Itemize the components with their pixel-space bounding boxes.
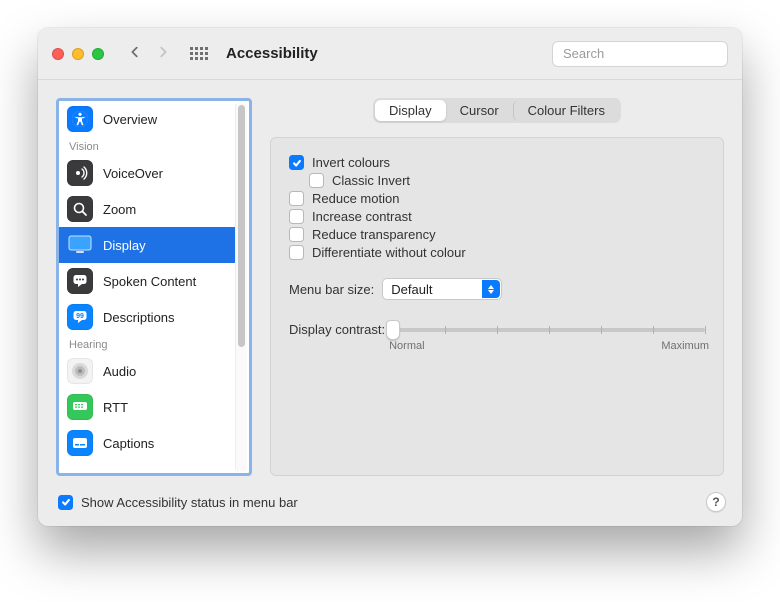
sidebar-item-label: Audio: [103, 364, 136, 379]
sidebar-scrollbar[interactable]: [235, 103, 247, 471]
audio-icon: [67, 358, 93, 384]
sidebar-item-label: VoiceOver: [103, 166, 163, 181]
sidebar-item-voiceover[interactable]: VoiceOver: [59, 155, 235, 191]
settings-panel: Invert colours Classic Invert Reduce mot…: [270, 137, 724, 476]
sidebar-item-label: RTT: [103, 400, 128, 415]
sidebar-scrollbar-thumb[interactable]: [238, 105, 245, 347]
select-stepper-icon: [482, 280, 500, 298]
display-icon: [67, 232, 93, 258]
sidebar-item-label: Zoom: [103, 202, 136, 217]
sidebar-list: Overview Vision VoiceOver Zoom: [59, 101, 249, 461]
forward-button[interactable]: [156, 45, 170, 62]
minimize-window-button[interactable]: [72, 48, 84, 60]
show-status-in-menu-bar[interactable]: Show Accessibility status in menu bar: [58, 495, 298, 510]
menu-bar-size-select[interactable]: Default: [382, 278, 502, 300]
search-input[interactable]: [563, 46, 739, 61]
body: Overview Vision VoiceOver Zoom: [38, 80, 742, 486]
preferences-window: Accessibility Overview Vision: [38, 28, 742, 526]
checkbox[interactable]: [309, 173, 324, 188]
rtt-icon: [67, 394, 93, 420]
slider-knob[interactable]: [386, 320, 400, 340]
close-window-button[interactable]: [52, 48, 64, 60]
tab-bar: Display Cursor Colour Filters: [373, 98, 621, 123]
checkbox[interactable]: [289, 209, 304, 224]
menu-bar-size-row: Menu bar size: Default: [289, 278, 705, 300]
footer: Show Accessibility status in menu bar ?: [38, 486, 742, 526]
sidebar-section-hearing: Hearing: [59, 335, 235, 353]
option-label: Reduce transparency: [312, 227, 436, 242]
captions-icon: [67, 430, 93, 456]
option-invert-colours[interactable]: Invert colours: [289, 155, 705, 170]
display-contrast-slider[interactable]: Normal Maximum: [393, 320, 705, 354]
toolbar: Accessibility: [38, 28, 742, 80]
zoom-window-button[interactable]: [92, 48, 104, 60]
sidebar-item-display[interactable]: Display: [59, 227, 235, 263]
show-all-prefs-button[interactable]: [190, 47, 208, 60]
accessibility-icon: [67, 106, 93, 132]
tab-display[interactable]: Display: [375, 100, 446, 121]
help-button[interactable]: ?: [706, 492, 726, 512]
sidebar-item-audio[interactable]: Audio: [59, 353, 235, 389]
sidebar-item-captions[interactable]: Captions: [59, 425, 235, 461]
spoken-content-icon: [67, 268, 93, 294]
option-label: Show Accessibility status in menu bar: [81, 495, 298, 510]
zoom-icon: [67, 196, 93, 222]
sidebar-item-zoom[interactable]: Zoom: [59, 191, 235, 227]
display-contrast-row: Display contrast:: [289, 320, 705, 354]
checkbox[interactable]: [58, 495, 73, 510]
descriptions-icon: 99: [67, 304, 93, 330]
voiceover-icon: [67, 160, 93, 186]
back-button[interactable]: [128, 45, 142, 62]
search-field[interactable]: [552, 41, 728, 67]
sidebar-section-vision: Vision: [59, 137, 235, 155]
slider-labels: Normal Maximum: [389, 340, 709, 352]
slider-max-label: Maximum: [661, 340, 709, 352]
option-label: Classic Invert: [332, 173, 410, 188]
menu-bar-size-label: Menu bar size:: [289, 282, 374, 297]
option-label: Invert colours: [312, 155, 390, 170]
slider-min-label: Normal: [389, 340, 424, 352]
option-label: Reduce motion: [312, 191, 399, 206]
option-reduce-motion[interactable]: Reduce motion: [289, 191, 705, 206]
sidebar-item-label: Captions: [103, 436, 154, 451]
checkbox[interactable]: [289, 245, 304, 260]
sidebar-item-overview[interactable]: Overview: [59, 101, 235, 137]
sidebar-item-rtt[interactable]: RTT: [59, 389, 235, 425]
window-controls: [52, 48, 104, 60]
sidebar-item-label: Overview: [103, 112, 157, 127]
select-value: Default: [391, 282, 432, 297]
checkbox[interactable]: [289, 191, 304, 206]
option-increase-contrast[interactable]: Increase contrast: [289, 209, 705, 224]
option-reduce-transparency[interactable]: Reduce transparency: [289, 227, 705, 242]
option-classic-invert[interactable]: Classic Invert: [309, 173, 705, 188]
tab-colour-filters[interactable]: Colour Filters: [513, 100, 619, 121]
svg-text:99: 99: [76, 313, 84, 320]
sidebar-item-label: Spoken Content: [103, 274, 196, 289]
sidebar-item-label: Display: [103, 238, 146, 253]
sidebar-item-spoken-content[interactable]: Spoken Content: [59, 263, 235, 299]
display-contrast-label: Display contrast:: [289, 322, 385, 337]
main: Display Cursor Colour Filters Invert col…: [270, 98, 724, 476]
sidebar-item-descriptions[interactable]: 99 Descriptions: [59, 299, 235, 335]
option-label: Differentiate without colour: [312, 245, 466, 260]
sidebar: Overview Vision VoiceOver Zoom: [56, 98, 252, 476]
option-differentiate-without-colour[interactable]: Differentiate without colour: [289, 245, 705, 260]
option-label: Increase contrast: [312, 209, 412, 224]
sidebar-item-label: Descriptions: [103, 310, 175, 325]
slider-ticks: [393, 326, 705, 334]
tab-cursor[interactable]: Cursor: [446, 100, 513, 121]
nav-arrows: [128, 45, 170, 62]
pane-title: Accessibility: [226, 45, 318, 62]
checkbox[interactable]: [289, 227, 304, 242]
checkbox[interactable]: [289, 155, 304, 170]
